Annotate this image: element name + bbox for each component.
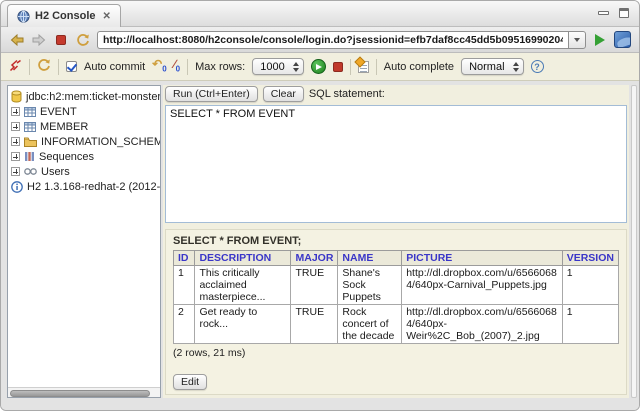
scrollbar-thumb[interactable] (10, 390, 150, 397)
refresh-objects-icon[interactable] (37, 58, 51, 75)
url-history-dropdown[interactable] (568, 31, 586, 49)
sql-input[interactable]: SELECT * FROM EVENT (165, 105, 627, 223)
close-icon[interactable]: ✕ (103, 11, 111, 22)
cell-description: Get ready to rock... (195, 305, 291, 344)
auto-select-icon[interactable] (358, 61, 369, 73)
help-icon[interactable]: ? (531, 60, 544, 73)
tree-item-information-schema[interactable]: INFORMATION_SCHEMA (11, 134, 160, 149)
cell-description: This critically acclaimed masterpiece... (195, 266, 291, 305)
auto-complete-select[interactable]: Normal (461, 58, 523, 75)
cancel-icon[interactable] (333, 62, 343, 72)
tree-horizontal-scrollbar[interactable] (8, 387, 160, 397)
run-button[interactable]: Run (Ctrl+Enter) (165, 86, 258, 102)
expand-icon[interactable] (11, 152, 20, 161)
stepper-arrows-icon (513, 62, 519, 72)
table-icon (24, 122, 36, 132)
vertical-scrollbar[interactable] (631, 85, 637, 398)
cell-picture: http://dl.dropbox.com/u/65660684/640px-C… (402, 266, 563, 305)
auto-commit-checkbox[interactable] (66, 61, 77, 72)
tree-item-users[interactable]: Users (11, 164, 160, 179)
url-combo (97, 31, 586, 49)
cell-major: TRUE (291, 305, 338, 344)
cell-name: Shane's Sock Puppets (338, 266, 402, 305)
cell-version: 1 (562, 266, 618, 305)
maximize-icon[interactable] (619, 8, 629, 18)
tree-item-h2-version[interactable]: H2 1.3.168-redhat-2 (2012-07-13 (11, 179, 160, 194)
column-header[interactable]: ID (174, 251, 195, 266)
browser-toolbar (1, 27, 639, 53)
database-icon (11, 90, 22, 103)
sequences-icon (24, 151, 35, 162)
url-input[interactable] (97, 31, 568, 49)
sql-statement-label: SQL statement: (309, 88, 385, 100)
tab-title: H2 Console (35, 10, 96, 22)
query-toolbar: Run (Ctrl+Enter) Clear SQL statement: (165, 86, 627, 102)
stepper-arrows-icon (293, 62, 299, 72)
tree-item-event[interactable]: EVENT (11, 104, 160, 119)
schema-tree: jdbc:h2:mem:ticket-monster EVENT (8, 86, 160, 194)
result-status: (2 rows, 21 ms) (173, 347, 619, 359)
tree-item-connection[interactable]: jdbc:h2:mem:ticket-monster (11, 89, 160, 104)
cell-picture: http://dl.dropbox.com/u/65660684/640px-W… (402, 305, 563, 344)
stop-icon[interactable] (53, 32, 69, 48)
run-icon[interactable] (311, 59, 326, 74)
minimize-icon[interactable] (598, 11, 609, 15)
rollback-count-icon[interactable]: ↶0 (152, 58, 167, 75)
results-panel: SELECT * FROM EVENT; ID DESCRIPTION MAJO… (165, 229, 627, 395)
forward-icon[interactable] (31, 32, 47, 48)
back-icon[interactable] (9, 32, 25, 48)
cell-name: Rock concert of the decade (338, 305, 402, 344)
expand-icon[interactable] (11, 107, 20, 116)
disconnect-icon[interactable] (9, 59, 22, 75)
open-external-browser-icon[interactable] (614, 31, 631, 48)
schema-tree-panel: jdbc:h2:mem:ticket-monster EVENT (7, 85, 161, 398)
results-header-row: ID DESCRIPTION MAJOR NAME PICTURE VERSIO… (174, 251, 619, 266)
folder-icon (24, 137, 37, 147)
info-icon (11, 181, 23, 193)
max-rows-label: Max rows: (195, 61, 245, 73)
tree-item-sequences[interactable]: Sequences (11, 149, 160, 164)
h2-console-view: H2 Console ✕ (0, 0, 640, 411)
expand-icon[interactable] (11, 122, 20, 131)
auto-commit-label: Auto commit (84, 61, 145, 73)
chevron-down-icon (574, 38, 580, 42)
query-panel: Run (Ctrl+Enter) Clear SQL statement: SE… (163, 85, 629, 398)
executed-statement: SELECT * FROM EVENT; (173, 235, 619, 247)
tab-h2-console[interactable]: H2 Console ✕ (7, 4, 121, 27)
table-icon (24, 107, 36, 117)
max-rows-select[interactable]: 1000 (252, 58, 303, 75)
table-row[interactable]: 2 Get ready to rock... TRUE Rock concert… (174, 305, 619, 344)
tree-item-member[interactable]: MEMBER (11, 119, 160, 134)
h2-toolbar: Auto commit ↶0 ∕0 Max rows: 1000 Auto co… (1, 53, 639, 81)
clear-button[interactable]: Clear (263, 86, 304, 102)
view-tab-bar: H2 Console ✕ (1, 1, 639, 27)
globe-icon (17, 10, 30, 23)
column-header[interactable]: PICTURE (402, 251, 563, 266)
users-icon (24, 167, 37, 176)
column-header[interactable]: MAJOR (291, 251, 338, 266)
console-content: jdbc:h2:mem:ticket-monster EVENT (1, 83, 639, 410)
go-icon[interactable] (592, 32, 608, 48)
edit-count-icon[interactable]: ∕0 (174, 58, 180, 75)
expand-icon[interactable] (11, 137, 20, 146)
auto-complete-label: Auto complete (384, 61, 454, 73)
cell-major: TRUE (291, 266, 338, 305)
expand-icon[interactable] (11, 167, 20, 176)
refresh-icon[interactable] (75, 32, 91, 48)
cell-version: 1 (562, 305, 618, 344)
column-header[interactable]: DESCRIPTION (195, 251, 291, 266)
results-table: ID DESCRIPTION MAJOR NAME PICTURE VERSIO… (173, 250, 619, 344)
column-header[interactable]: NAME (338, 251, 402, 266)
view-window-controls (598, 8, 629, 18)
cell-id: 1 (174, 266, 195, 305)
column-header[interactable]: VERSION (562, 251, 618, 266)
edit-button[interactable]: Edit (173, 374, 207, 390)
table-row[interactable]: 1 This critically acclaimed masterpiece.… (174, 266, 619, 305)
cell-id: 2 (174, 305, 195, 344)
